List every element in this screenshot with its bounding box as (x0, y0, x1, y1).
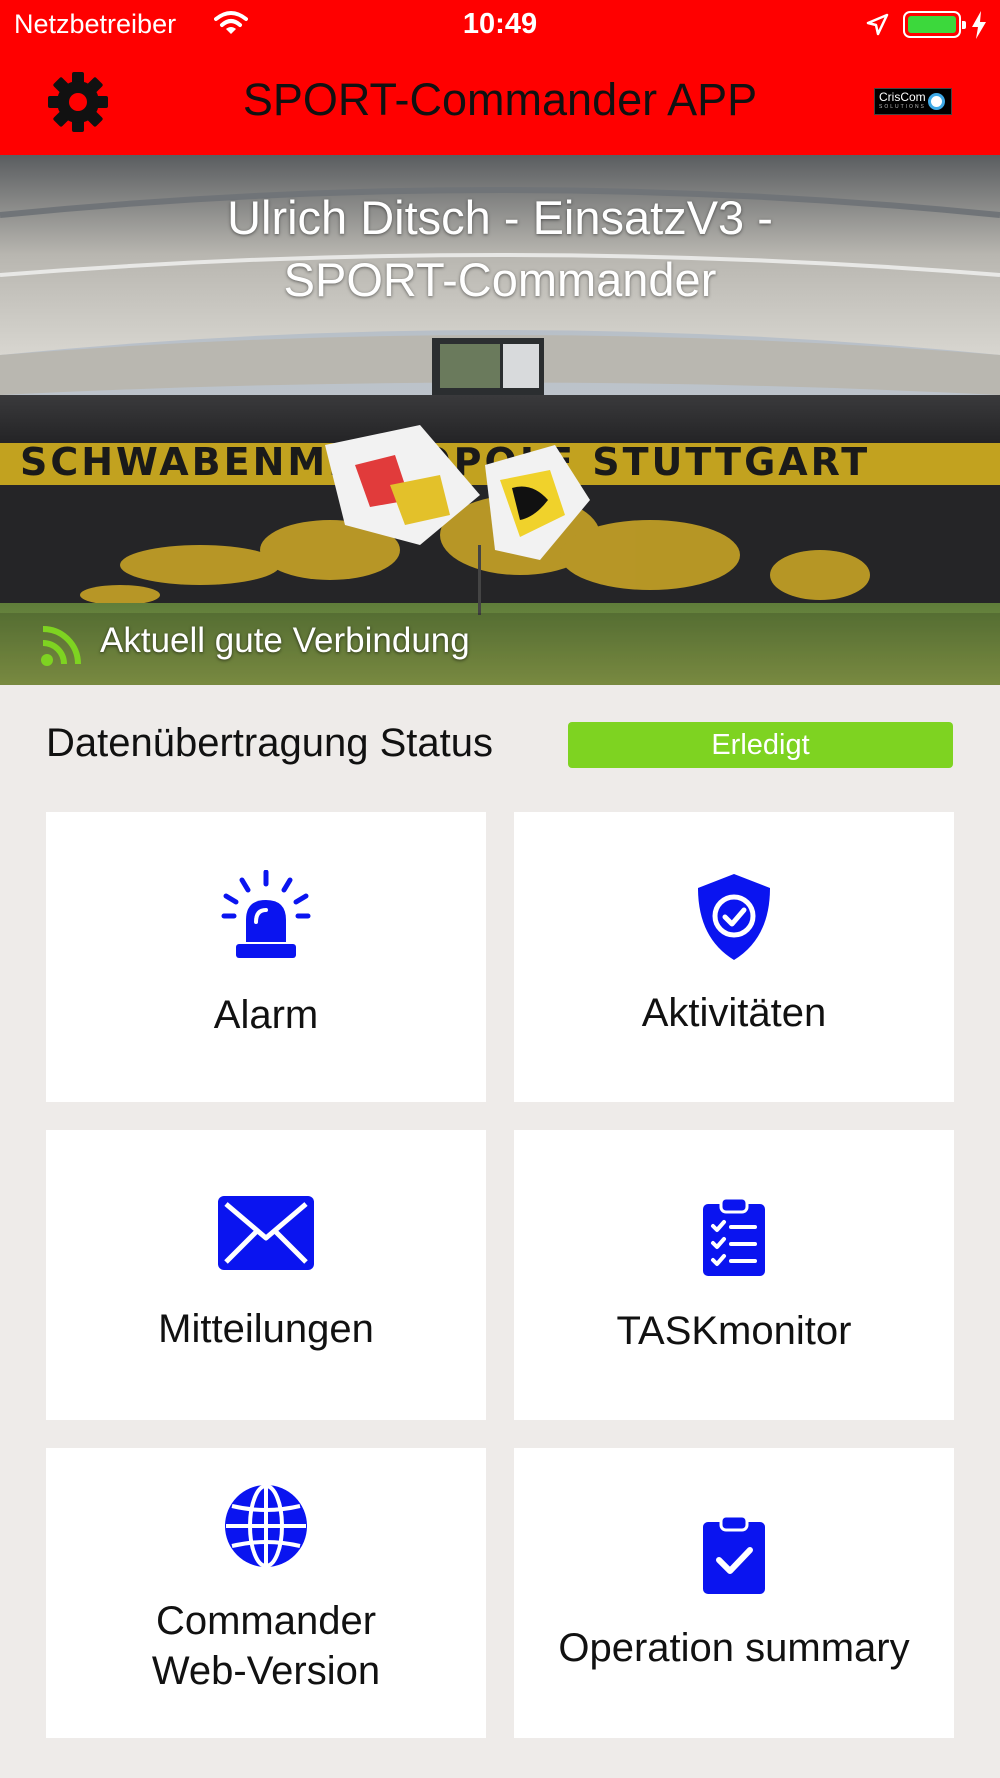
sync-status-row: Datenübertragung Status Erledigt (0, 685, 1000, 805)
tile-commander-label-line2: Web-Version (151, 1649, 381, 1693)
tile-aktivitaeten-label: Aktivitäten (641, 991, 827, 1035)
tile-commander-label-line1: Commander (155, 1599, 377, 1643)
logo-subtext: SOLUTIONS (879, 104, 926, 110)
battery-icon (903, 11, 966, 38)
logo-text: CrisCom (879, 90, 926, 104)
app-header: SPORT-Commander APP CrisCom SOLUTIONS (0, 50, 1000, 155)
sync-status-badge: Erledigt (568, 722, 953, 768)
connection-status-text: Aktuell gute Verbindung (100, 621, 470, 660)
connection-signal-icon (40, 623, 84, 672)
location-arrow-icon (864, 12, 890, 43)
hero-title: Ulrich Ditsch - EinsatzV3 - SPORT-Comman… (0, 187, 1000, 311)
hero-banner: SCHWABENMETROPOLE STUTTGART Ulrich Ditsc… (0, 155, 1000, 685)
status-bar: Netzbetreiber 10:49 (0, 0, 1000, 50)
envelope-icon (46, 1196, 486, 1270)
tile-commander-web-version[interactable]: Commander Web-Version (46, 1448, 486, 1738)
tile-operation-summary-label: Operation summary (558, 1626, 910, 1670)
tile-mitteilungen[interactable]: Mitteilungen (46, 1130, 486, 1420)
criscom-logo: CrisCom SOLUTIONS (874, 88, 952, 115)
tile-operation-summary[interactable]: Operation summary (514, 1448, 954, 1738)
charging-bolt-icon (970, 10, 988, 45)
tile-alarm-label: Alarm (213, 993, 319, 1037)
clipboard-list-icon (514, 1196, 954, 1276)
tile-commander-web-version-label: Commander Web-Version (46, 1596, 486, 1696)
logo-circle-icon (928, 93, 945, 110)
clipboard-check-icon (514, 1514, 954, 1594)
globe-icon (46, 1484, 486, 1568)
hero-title-line1: Ulrich Ditsch - EinsatzV3 - (227, 191, 773, 244)
sync-status-label: Datenübertragung Status (46, 721, 493, 765)
tile-alarm[interactable]: Alarm (46, 812, 486, 1102)
shield-check-icon (514, 872, 954, 962)
tile-taskmonitor-label: TASKmonitor (616, 1309, 852, 1353)
tile-taskmonitor[interactable]: TASKmonitor (514, 1130, 954, 1420)
tile-mitteilungen-label: Mitteilungen (158, 1307, 374, 1351)
clock: 10:49 (462, 8, 538, 40)
tile-aktivitaeten[interactable]: Aktivitäten (514, 812, 954, 1102)
hero-title-line2: SPORT-Commander (283, 253, 717, 306)
app-title: SPORT-Commander APP (242, 74, 758, 125)
siren-icon (46, 870, 486, 962)
